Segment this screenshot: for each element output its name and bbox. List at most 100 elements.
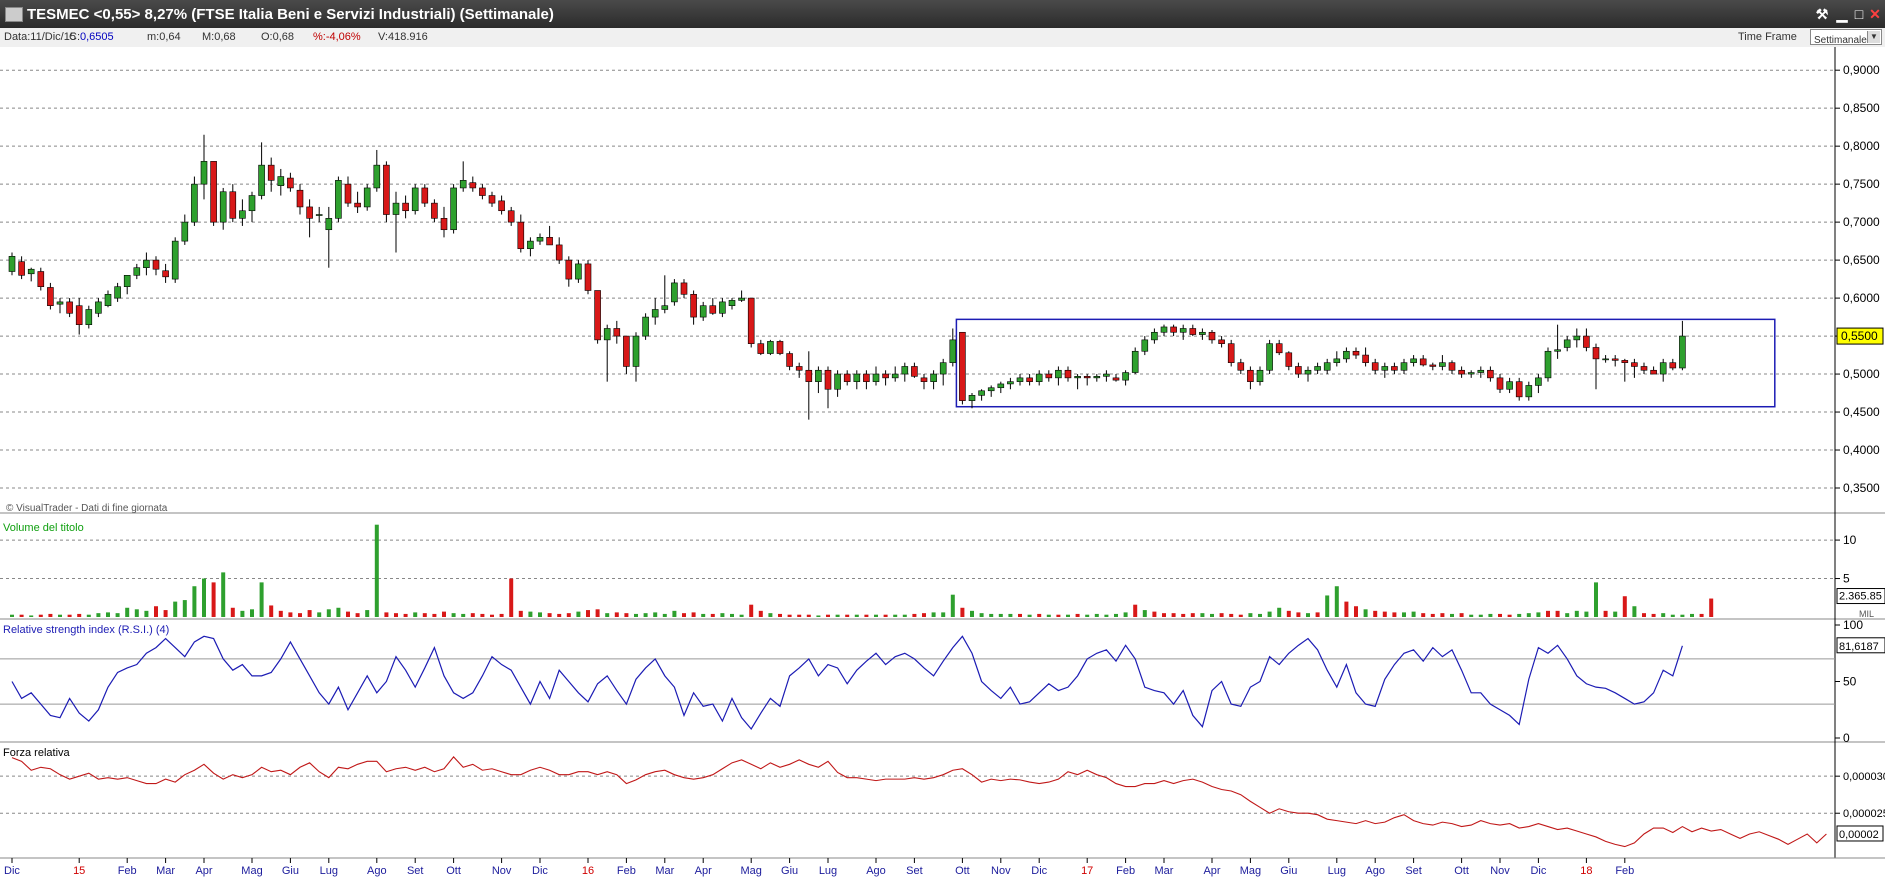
volume-bar [1200, 613, 1205, 617]
volume-bar [595, 609, 600, 617]
volume-bar [1555, 610, 1560, 617]
candle-body [402, 202, 409, 212]
candle-body [920, 377, 928, 382]
candle-body [1170, 326, 1177, 333]
candle-body [1544, 350, 1552, 379]
candle-body [1189, 328, 1197, 335]
volume-bar [470, 613, 475, 617]
candle-body [1352, 350, 1360, 356]
data-credit: © VisualTrader - Dati di fine giornata [6, 503, 168, 514]
candle-body [824, 369, 832, 390]
candle-body [248, 195, 256, 212]
volume-bar [806, 614, 811, 617]
volume-bar [1171, 613, 1176, 617]
candle-body [66, 301, 73, 314]
volume-bar [1613, 611, 1618, 617]
candle-body [1525, 385, 1533, 398]
change-label: %: [313, 31, 326, 43]
candle-body [1602, 358, 1609, 361]
candle-body [152, 259, 160, 270]
candle-body [1074, 376, 1081, 379]
x-tick-label: Giu [781, 865, 798, 877]
volume-bar [1670, 614, 1675, 617]
volume-bar [854, 614, 859, 617]
price-tick-label: 0,8500 [1843, 101, 1880, 115]
candle-body [104, 293, 112, 306]
volume-bar [115, 613, 120, 617]
candle-body [863, 373, 870, 382]
candle-body [47, 287, 54, 306]
candle-body [162, 270, 169, 278]
candle-body [901, 366, 909, 375]
timeframe-select[interactable]: Settimanale ▼ [1810, 29, 1882, 46]
last-price-label: 0,5500 [1841, 329, 1878, 343]
price-tick-label: 0,4500 [1843, 405, 1880, 419]
candle-body [85, 309, 93, 325]
candle-body [1151, 331, 1158, 341]
volume-bar [192, 586, 197, 617]
candle-body [709, 305, 717, 314]
candle-body [1659, 362, 1667, 375]
volume-bar [778, 613, 782, 617]
candle-body [1256, 369, 1264, 382]
info-volume: V:418.916 [378, 31, 428, 43]
candle-body [479, 187, 486, 196]
volume-bar [1104, 614, 1109, 617]
volume-bar [1315, 612, 1320, 617]
candle-body [1112, 377, 1120, 381]
volume-bar [739, 614, 744, 617]
candle-body [767, 341, 774, 354]
chart-area[interactable]: 0,3500 0,4000 0,4500 0,5000 0,5500 0,6000 0,65… [0, 47, 1885, 881]
x-tick-label: Lug [1328, 865, 1346, 877]
candle-body [623, 335, 630, 367]
x-tick-label: Feb [1615, 865, 1634, 877]
quote-info-bar: Data:11/Dic/15 C:0,6505 m:0,64 M:0,68 O:… [0, 28, 1885, 48]
candle-body [997, 383, 1005, 389]
candle-body [1035, 373, 1043, 382]
volume-bar [1498, 613, 1502, 617]
volume-bar [58, 614, 62, 617]
candle-body [911, 366, 918, 377]
candle-body [1208, 331, 1216, 341]
candle-body [1573, 335, 1581, 341]
volume-bar [1574, 610, 1579, 617]
volume-bar [1133, 604, 1138, 617]
candle-body [1275, 343, 1283, 354]
volume-bar [1459, 613, 1464, 617]
candle-body [1064, 369, 1072, 379]
candle-body [1563, 339, 1571, 348]
x-tick-label: Mag [1240, 865, 1261, 877]
settings-icon[interactable]: ⚒ [1813, 5, 1831, 23]
volume-bar [1296, 612, 1301, 617]
volume-bar [835, 614, 840, 617]
volume-bar [1258, 613, 1262, 617]
close-button[interactable]: ✕ [1866, 5, 1884, 23]
chevron-down-icon[interactable]: ▼ [1867, 31, 1880, 43]
volume-bar [1603, 610, 1608, 617]
volume-bar [1325, 595, 1330, 617]
volume-bar [1037, 613, 1042, 617]
minimize-button[interactable]: ▁ [1833, 5, 1851, 23]
volume-bar [547, 613, 552, 617]
candle-body [815, 369, 822, 382]
candle-body [210, 161, 217, 223]
force-tick-label: 0,000025 [1843, 808, 1885, 820]
volume-bar [922, 613, 926, 617]
candle-body [834, 373, 841, 390]
candle-body [1323, 362, 1331, 371]
candle-body [1045, 373, 1053, 379]
volume-bar [1056, 614, 1061, 617]
candle-body [1093, 376, 1101, 379]
info-date-label: Data:11/Dic/15 [4, 31, 76, 43]
volume-bar [422, 613, 427, 617]
candle-body [1583, 335, 1590, 348]
x-tick-label: Nov [991, 865, 1011, 877]
x-tick-label: Dic [4, 865, 20, 877]
x-tick-label: Feb [118, 865, 137, 877]
candle-body [1640, 366, 1648, 371]
volume-bar [269, 605, 274, 617]
candle-body [680, 282, 688, 295]
volume-bar [278, 610, 283, 617]
volume-bar [106, 612, 110, 617]
candle-body [1506, 381, 1513, 390]
